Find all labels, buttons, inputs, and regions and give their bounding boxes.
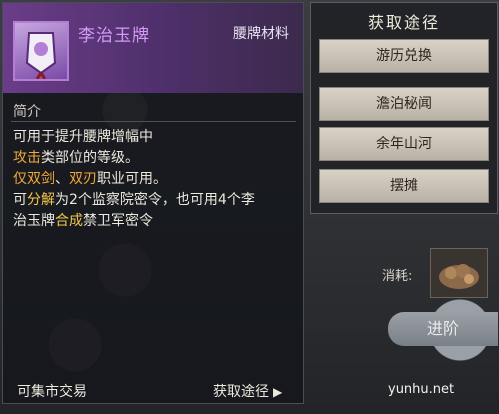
description-text: 为2个监察院密令，也可用4个李: [55, 192, 255, 208]
item-type: 腰牌材料: [233, 26, 289, 42]
description-line: 攻击类部位的等级。: [13, 148, 298, 169]
description-text: 职业可用。: [97, 171, 167, 187]
highlight-text: 双刃: [69, 171, 97, 187]
acquire-option-button[interactable]: 澹泊秘闻: [319, 87, 489, 121]
highlight-text: 分解: [27, 192, 55, 208]
item-name: 李治玉牌: [78, 26, 150, 46]
item-detail-card: 李治玉牌 腰牌材料 简介 可用于提升腰牌增幅中 攻击类部位的等级。 仅双剑、双刃职业…: [2, 2, 304, 404]
chevron-right-icon: ▶: [273, 385, 283, 399]
divider: [11, 121, 296, 122]
acquire-route-label: 获取途径: [213, 384, 269, 400]
description-text: 、: [55, 171, 69, 187]
description-text: 可: [13, 192, 27, 208]
description-text: 类部位的等级。: [41, 150, 139, 166]
consume-item-slot[interactable]: [430, 248, 488, 298]
description-line: 可用于提升腰牌增幅中: [13, 127, 298, 148]
item-description: 可用于提升腰牌增幅中 攻击类部位的等级。 仅双剑、双刃职业可用。 可分解为2个监察院密…: [13, 127, 298, 232]
acquire-route-link[interactable]: 获取途径 ▶: [213, 381, 282, 401]
highlight-text: 合成: [55, 213, 83, 229]
consume-label: 消耗:: [382, 269, 413, 284]
advance-button[interactable]: 进阶: [388, 312, 498, 346]
watermark: yunhu.net: [388, 382, 455, 397]
description-text: 禁卫军密令: [83, 213, 153, 229]
item-thumbnail: [13, 21, 69, 81]
description-text: 治玉牌: [13, 213, 55, 229]
item-header: 李治玉牌 腰牌材料: [3, 3, 303, 93]
acquire-panel-title: 获取途径: [367, 13, 440, 32]
ore-icon: [439, 264, 479, 289]
section-title: 简介: [13, 104, 41, 120]
highlight-text: 仅双剑: [13, 171, 55, 187]
jade-token-icon: [25, 32, 57, 79]
description-line: 治玉牌合成禁卫军密令: [13, 211, 298, 232]
description-line: 仅双剑、双刃职业可用。: [13, 169, 298, 190]
description-text: 可用于提升腰牌增幅中: [13, 129, 153, 145]
description-line: 可分解为2个监察院密令，也可用4个李: [13, 190, 298, 211]
acquire-option-button[interactable]: 余年山河: [319, 127, 489, 161]
acquire-option-button[interactable]: 游历兑换: [319, 39, 489, 73]
tradable-label: 可集市交易: [17, 384, 87, 400]
acquire-option-button[interactable]: 摆摊: [319, 169, 489, 203]
acquire-panel: 获取途径 游历兑换 澹泊秘闻 余年山河 摆摊: [310, 2, 498, 214]
highlight-text: 攻击: [13, 150, 41, 166]
